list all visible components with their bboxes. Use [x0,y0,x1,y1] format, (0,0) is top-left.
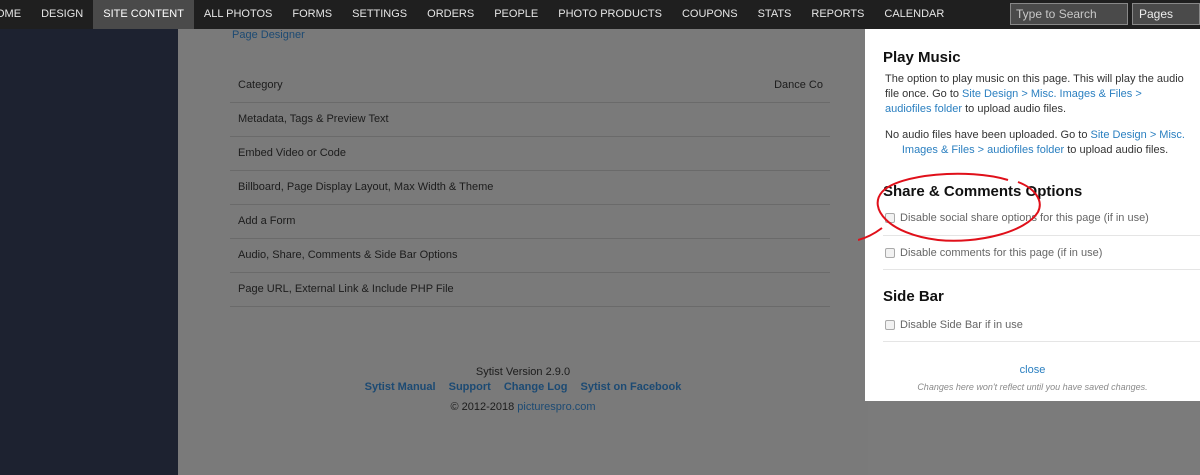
option-label: Audio, Share, Comments & Side Bar Option… [238,249,458,261]
copyright-text: © 2012-2018 [450,401,518,413]
footer-link-change-log[interactable]: Change Log [504,381,568,393]
divider [883,341,1200,342]
close-link[interactable]: close [865,364,1200,376]
nav-item-stats[interactable]: STATS [748,0,802,29]
disable-share-option[interactable]: Disable social share options for this pa… [885,208,1195,228]
footer-links: Sytist Manual Support Change Log Sytist … [178,381,868,393]
footer-link-support[interactable]: Support [449,381,491,393]
option-row-audio-share[interactable]: Audio, Share, Comments & Side Bar Option… [230,239,830,273]
option-row-billboard[interactable]: Billboard, Page Display Layout, Max Widt… [230,171,830,205]
divider [883,269,1200,270]
page-designer-link[interactable]: Page Designer [232,29,305,41]
nav-item-all-photos[interactable]: ALL PHOTOS [194,0,282,29]
side-bar-heading: Side Bar [883,288,944,305]
footer-link-manual[interactable]: Sytist Manual [365,381,436,393]
disable-comments-option[interactable]: Disable comments for this page (if in us… [885,243,1195,263]
search-input[interactable] [1010,3,1128,25]
option-label: Metadata, Tags & Preview Text [238,113,389,125]
disable-share-label: Disable social share options for this pa… [900,212,1149,224]
audio-share-panel: Play Music The option to play music on t… [865,29,1200,401]
nav-item-forms[interactable]: FORMS [282,0,342,29]
noaudio-text-1: No audio files have been uploaded. Go to [885,129,1091,141]
page-options-list: Category Dance Co Metadata, Tags & Previ… [230,69,830,307]
nav-item-photo-products[interactable]: PHOTO PRODUCTS [548,0,672,29]
option-label: Embed Video or Code [238,147,347,159]
copyright-site-link[interactable]: picturespro.com [517,401,595,413]
copyright: © 2012-2018 picturespro.com [178,401,868,413]
disable-share-checkbox[interactable] [885,213,895,223]
nav-item-coupons[interactable]: COUPONS [672,0,748,29]
option-row-add-form[interactable]: Add a Form [230,205,830,239]
option-label: Page URL, External Link & Include PHP Fi… [238,283,454,295]
nav-item-settings[interactable]: SETTINGS [342,0,417,29]
disable-comments-checkbox[interactable] [885,248,895,258]
option-row-metadata[interactable]: Metadata, Tags & Preview Text [230,103,830,137]
category-value: Dance Co [774,79,823,91]
nav-item-site-content[interactable]: SITE CONTENT [93,0,194,29]
version-text: Sytist Version 2.9.0 [475,366,571,378]
disable-comments-label: Disable comments for this page (if in us… [900,247,1103,259]
nav-item-reports[interactable]: REPORTS [801,0,874,29]
option-row-page-url[interactable]: Page URL, External Link & Include PHP Fi… [230,273,830,307]
option-label: Category [238,79,283,91]
disable-side-bar-option[interactable]: Disable Side Bar if in use [885,315,1195,335]
divider [883,235,1200,236]
nav-item-orders[interactable]: ORDERS [417,0,484,29]
play-music-description: The option to play music on this page. T… [885,72,1185,117]
play-music-heading: Play Music [883,49,961,66]
disable-side-bar-label: Disable Side Bar if in use [900,319,1023,331]
music-text-2: to upload audio files. [962,103,1067,115]
footer: Sytist Version 2.9.0 Sytist Manual Suppo… [178,366,868,413]
left-sidebar [0,29,178,475]
nav-item-calendar[interactable]: CALENDAR [874,0,954,29]
option-label: Add a Form [238,215,296,227]
nav-item-people[interactable]: PEOPLE [484,0,548,29]
footer-link-facebook[interactable]: Sytist on Facebook [580,381,681,393]
nav-item-home[interactable]: OME [0,0,31,29]
share-comments-heading: Share & Comments Options [883,183,1083,200]
nav-item-design[interactable]: DESIGN [31,0,93,29]
option-label: Billboard, Page Display Layout, Max Widt… [238,181,494,193]
option-row-category[interactable]: Category Dance Co [230,69,830,103]
pages-select[interactable]: Pages [1132,3,1200,25]
no-audio-message: No audio files have been uploaded. Go to… [885,128,1185,158]
disable-side-bar-checkbox[interactable] [885,320,895,330]
option-row-embed-video[interactable]: Embed Video or Code [230,137,830,171]
noaudio-text-2: to upload audio files. [1064,144,1169,156]
save-note: Changes here won't reflect until you hav… [917,382,1148,392]
